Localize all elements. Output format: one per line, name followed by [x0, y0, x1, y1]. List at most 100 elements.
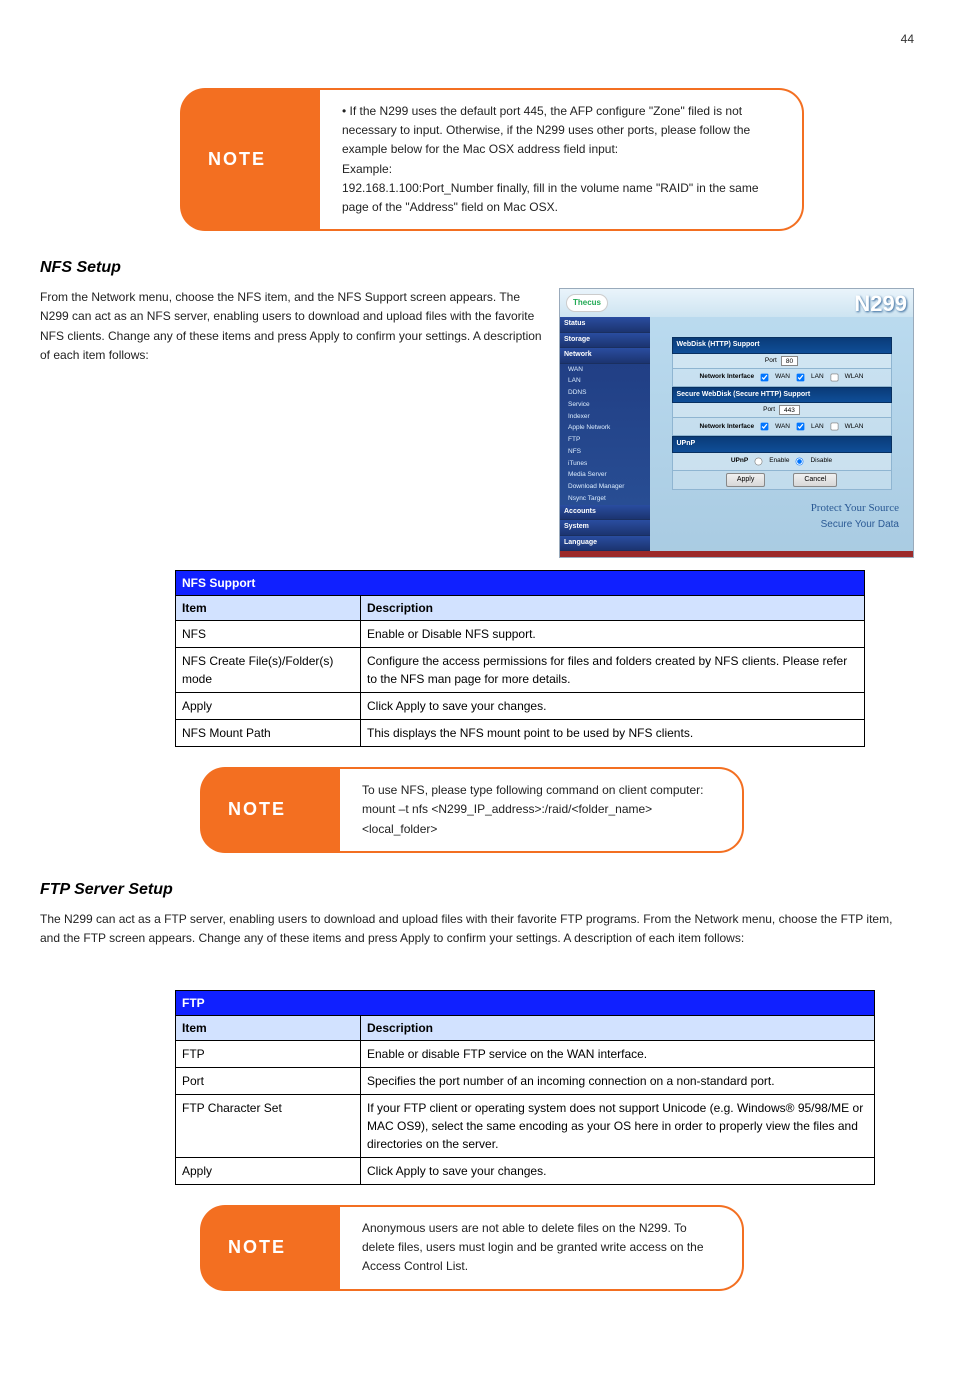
cell-item: FTP Character Set — [176, 1095, 361, 1158]
panel-upnp: UPnP — [672, 436, 892, 453]
note-block-1: NOTE • If the N299 uses the default port… — [180, 88, 804, 231]
wan-label-2: WAN — [775, 422, 790, 432]
nav-nsync[interactable]: Nsync Target — [560, 493, 650, 505]
table-row: Port Specifies the port number of an inc… — [176, 1068, 875, 1095]
table2-col2: Description — [361, 1016, 875, 1041]
cb-lan-2[interactable] — [797, 423, 805, 431]
port-input-443[interactable]: 443 — [779, 405, 800, 415]
para-ftp: The N299 can act as a FTP server, enabli… — [40, 910, 914, 948]
table-row: NFS Create File(s)/Folder(s) mode Config… — [176, 648, 865, 693]
cancel-button[interactable]: Cancel — [793, 473, 837, 488]
brand-logo: Thecus — [566, 294, 608, 312]
para-nfs: From the Network menu, choose the NFS it… — [40, 288, 543, 365]
note-badge: NOTE — [180, 88, 320, 231]
lan-label-2: LAN — [811, 422, 824, 432]
cb-wlan-2[interactable] — [830, 423, 838, 431]
nav-wan[interactable]: WAN — [560, 364, 650, 376]
table-row: Apply Click Apply to save your changes. — [176, 1158, 875, 1185]
table-row: NFS Enable or Disable NFS support. — [176, 621, 865, 648]
radio-enable[interactable] — [755, 457, 763, 465]
nav-lan[interactable]: LAN — [560, 375, 650, 387]
cell-item: NFS Create File(s)/Folder(s) mode — [176, 648, 361, 693]
nav-nfs[interactable]: NFS — [560, 446, 650, 458]
table2-title: FTP — [176, 991, 875, 1016]
heading-ftp-setup: FTP Server Setup — [40, 878, 914, 902]
table-row: FTP Enable or disable FTP service on the… — [176, 1041, 875, 1068]
note-bubble: To use NFS, please type following comman… — [340, 767, 744, 853]
cb-wan-2[interactable] — [761, 423, 769, 431]
note-block-2: NOTE To use NFS, please type following c… — [200, 767, 744, 853]
lan-label: LAN — [811, 372, 824, 382]
enable-label: Enable — [769, 456, 789, 466]
note-text: Anonymous users are not able to delete f… — [362, 1219, 720, 1277]
nav-dlmgr[interactable]: Download Manager — [560, 481, 650, 493]
note-bubble: Anonymous users are not able to delete f… — [340, 1205, 744, 1291]
table-row: NFS Mount Path This displays the NFS mou… — [176, 720, 865, 747]
nav-media[interactable]: Media Server — [560, 469, 650, 481]
note-text: To use NFS, please type following comman… — [362, 781, 720, 839]
secure-data: Secure Your Data — [664, 517, 899, 532]
page-number: 44 — [40, 30, 914, 48]
nav-itunes[interactable]: iTunes — [560, 458, 650, 470]
panel-secure-webdisk: Secure WebDisk (Secure HTTP) Support — [672, 387, 892, 404]
cell-item: NFS — [176, 621, 361, 648]
cb-wan-1[interactable] — [761, 373, 769, 381]
note-badge: NOTE — [200, 767, 340, 853]
table-row: Apply Click Apply to save your changes. — [176, 693, 865, 720]
nav-language[interactable]: Language — [560, 536, 650, 552]
cb-wlan-1[interactable] — [830, 373, 838, 381]
cell-item: Apply — [176, 1158, 361, 1185]
sidenav: Status Storage Network WAN LAN DDNS Serv… — [560, 317, 650, 551]
note-text: • If the N299 uses the default port 445,… — [342, 102, 780, 217]
radio-disable[interactable] — [796, 457, 804, 465]
model-label: N299 — [854, 287, 907, 320]
cell-desc: Specifies the port number of an incoming… — [361, 1068, 875, 1095]
protect-source: Protect Your Source — [664, 500, 899, 517]
cell-item: Apply — [176, 693, 361, 720]
note-bubble: • If the N299 uses the default port 445,… — [320, 88, 804, 231]
screenshot-nfs-support: Thecus N299 Status Storage Network WAN L… — [559, 288, 914, 558]
panel-webdisk: WebDisk (HTTP) Support — [672, 337, 892, 354]
table-row: FTP Character Set If your FTP client or … — [176, 1095, 875, 1158]
note-block-3: NOTE Anonymous users are not able to del… — [200, 1205, 744, 1291]
shot-bottom-bar — [560, 551, 913, 557]
table-nfs-support: NFS Support Item Description NFS Enable … — [175, 570, 865, 747]
wlan-label: WLAN — [845, 372, 864, 382]
port-label: Port — [765, 356, 777, 366]
wlan-label-2: WLAN — [845, 422, 864, 432]
nav-system[interactable]: System — [560, 520, 650, 536]
cell-desc: If your FTP client or operating system d… — [361, 1095, 875, 1158]
cell-item: NFS Mount Path — [176, 720, 361, 747]
heading-nfs-setup: NFS Setup — [40, 256, 914, 280]
cell-item: Port — [176, 1068, 361, 1095]
cell-desc: Enable or Disable NFS support. — [361, 621, 865, 648]
nav-network[interactable]: Network — [560, 348, 650, 364]
cell-desc: Enable or disable FTP service on the WAN… — [361, 1041, 875, 1068]
nav-accounts[interactable]: Accounts — [560, 505, 650, 521]
disable-label: Disable — [810, 456, 832, 466]
table1-col2: Description — [361, 596, 865, 621]
apply-button[interactable]: Apply — [726, 473, 766, 488]
table1-title: NFS Support — [176, 571, 865, 596]
cell-desc: Configure the access permissions for fil… — [361, 648, 865, 693]
ni-label: Network Interface — [700, 372, 755, 382]
cb-lan-1[interactable] — [797, 373, 805, 381]
ni-label-2: Network Interface — [700, 422, 755, 432]
table-ftp: FTP Item Description FTP Enable or disab… — [175, 990, 875, 1185]
nav-status[interactable]: Status — [560, 317, 650, 333]
upnp-label: UPnP — [731, 456, 748, 466]
nav-indexer[interactable]: Indexer — [560, 411, 650, 423]
port-input-80[interactable]: 80 — [781, 356, 798, 366]
cell-desc: This displays the NFS mount point to be … — [361, 720, 865, 747]
port-label-2: Port — [763, 405, 775, 415]
note-badge: NOTE — [200, 1205, 340, 1291]
wan-label: WAN — [775, 372, 790, 382]
cell-desc: Click Apply to save your changes. — [361, 1158, 875, 1185]
table1-col1: Item — [176, 596, 361, 621]
table2-col1: Item — [176, 1016, 361, 1041]
nav-apple[interactable]: Apple Network — [560, 422, 650, 434]
nav-ddns[interactable]: DDNS — [560, 387, 650, 399]
nav-ftp[interactable]: FTP — [560, 434, 650, 446]
nav-storage[interactable]: Storage — [560, 333, 650, 349]
nav-service[interactable]: Service — [560, 399, 650, 411]
